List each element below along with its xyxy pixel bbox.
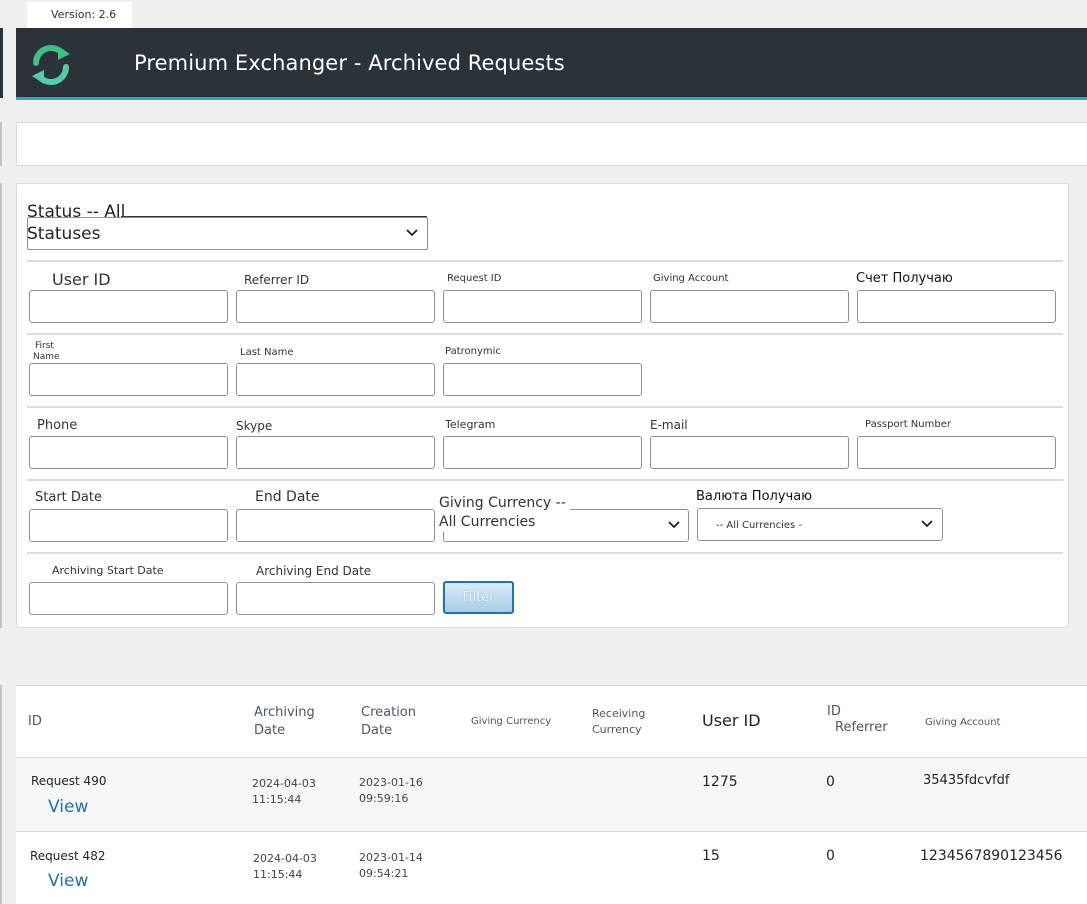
sidebar-edge	[0, 685, 2, 904]
divider	[27, 479, 1063, 481]
telegram-input[interactable]	[443, 436, 642, 469]
first-name-label: First Name	[33, 341, 60, 362]
filter-panel: Status -- All Statuses User ID Referrer …	[16, 183, 1069, 628]
status-select-value: Statuses	[27, 224, 101, 244]
phone-label: Phone	[37, 418, 78, 433]
archiving-date-cell: 2024-04-03 11:15:44	[252, 777, 316, 806]
table-row: Request 490 View 2024-04-03 11:15:44 2023…	[16, 758, 1087, 832]
chevron-down-icon	[668, 521, 680, 529]
col-archiving-date: Archiving Date	[254, 705, 315, 738]
email-label: E-mail	[650, 418, 688, 432]
refresh-logo-icon	[32, 45, 70, 85]
giving-currency-label: Giving Currency -- All Currencies	[439, 494, 570, 532]
giving-account-cell: 1234567890123456	[920, 848, 1063, 864]
requests-table: ID Archiving Date Creation Date Giving Cur…	[16, 685, 1087, 904]
user-id-label: User ID	[52, 270, 111, 289]
archiving-date-cell: 2024-04-03 11:15:44	[253, 852, 317, 881]
creation-date-cell: 2023-01-14 09:54:21	[359, 851, 423, 880]
last-name-input[interactable]	[236, 363, 435, 396]
referrer-id-cell: 0	[826, 774, 835, 790]
user-id-cell: 1275	[702, 774, 738, 790]
last-name-label: Last Name	[240, 347, 294, 358]
request-id-label: Request ID	[447, 273, 502, 284]
end-date-input[interactable]	[236, 509, 435, 542]
receiving-account-label: Счет Получаю	[856, 271, 953, 286]
skype-label: Skype	[236, 419, 273, 433]
table-row: Request 482 View 2024-04-03 11:15:44 2023…	[16, 832, 1087, 904]
telegram-label: Telegram	[445, 418, 496, 431]
divider	[27, 552, 1063, 554]
giving-account-input[interactable]	[650, 290, 849, 323]
view-link[interactable]: View	[48, 797, 88, 817]
divider	[27, 406, 1063, 408]
table-header: ID Archiving Date Creation Date Giving Cur…	[16, 686, 1087, 758]
col-giving-account: Giving Account	[925, 717, 1001, 728]
creation-date-cell: 2023-01-16 09:59:16	[359, 776, 423, 805]
sidebar-edge	[0, 122, 2, 166]
archiving-end-date-input[interactable]	[236, 582, 435, 615]
archiving-start-date-label: Archiving Start Date	[52, 564, 164, 577]
patronymic-input[interactable]	[443, 363, 642, 396]
user-id-cell: 15	[702, 848, 720, 864]
phone-input[interactable]	[29, 436, 228, 469]
giving-account-label: Giving Account	[653, 273, 729, 284]
chevron-down-icon	[921, 520, 933, 528]
col-referrer-id: ID Referrer	[827, 704, 888, 735]
version-label: Version: 2.6	[27, 2, 132, 28]
receiving-currency-label: Валюта Получаю	[696, 489, 813, 504]
receiving-account-input[interactable]	[857, 290, 1056, 323]
sidebar-edge	[0, 183, 2, 628]
col-id: ID	[28, 714, 42, 729]
start-date-label: Start Date	[35, 490, 102, 505]
referrer-id-input[interactable]	[236, 290, 435, 323]
end-date-label: End Date	[255, 489, 320, 505]
archiving-end-date-label: Archiving End Date	[256, 564, 372, 578]
request-id-input[interactable]	[443, 290, 642, 323]
receiving-currency-value: -- All Currencies -	[716, 520, 803, 531]
first-name-input[interactable]	[29, 363, 228, 396]
view-link[interactable]: View	[48, 871, 88, 891]
skype-input[interactable]	[236, 436, 435, 469]
referrer-id-label: Referrer ID	[244, 273, 310, 287]
admin-sidebar-edge	[0, 28, 3, 98]
divider	[27, 260, 1063, 262]
page-header: Premium Exchanger - Archived Requests	[16, 28, 1087, 100]
passport-number-input[interactable]	[857, 436, 1056, 469]
divider	[27, 333, 1063, 335]
passport-number-label: Passport Number	[865, 419, 951, 430]
user-id-input[interactable]	[29, 290, 228, 323]
col-giving-currency: Giving Currency	[471, 716, 552, 727]
referrer-id-cell: 0	[826, 848, 835, 864]
page-title: Premium Exchanger - Archived Requests	[134, 51, 565, 75]
chevron-down-icon	[406, 229, 418, 237]
request-id-cell: Request 482	[30, 849, 106, 863]
notice-bar	[16, 122, 1087, 166]
giving-account-cell: 35435fdcvfdf	[923, 773, 1010, 788]
filter-button[interactable]: Filter	[443, 581, 514, 614]
patronymic-label: Patronymic	[445, 346, 501, 357]
start-date-input[interactable]	[29, 509, 228, 542]
col-receiving-currency: Receiving Currency	[592, 707, 646, 736]
col-creation-date: Creation Date	[361, 705, 417, 738]
col-user-id: User ID	[702, 711, 761, 730]
request-id-cell: Request 490	[31, 774, 107, 788]
archiving-start-date-input[interactable]	[29, 582, 228, 615]
email-input[interactable]	[650, 436, 849, 469]
